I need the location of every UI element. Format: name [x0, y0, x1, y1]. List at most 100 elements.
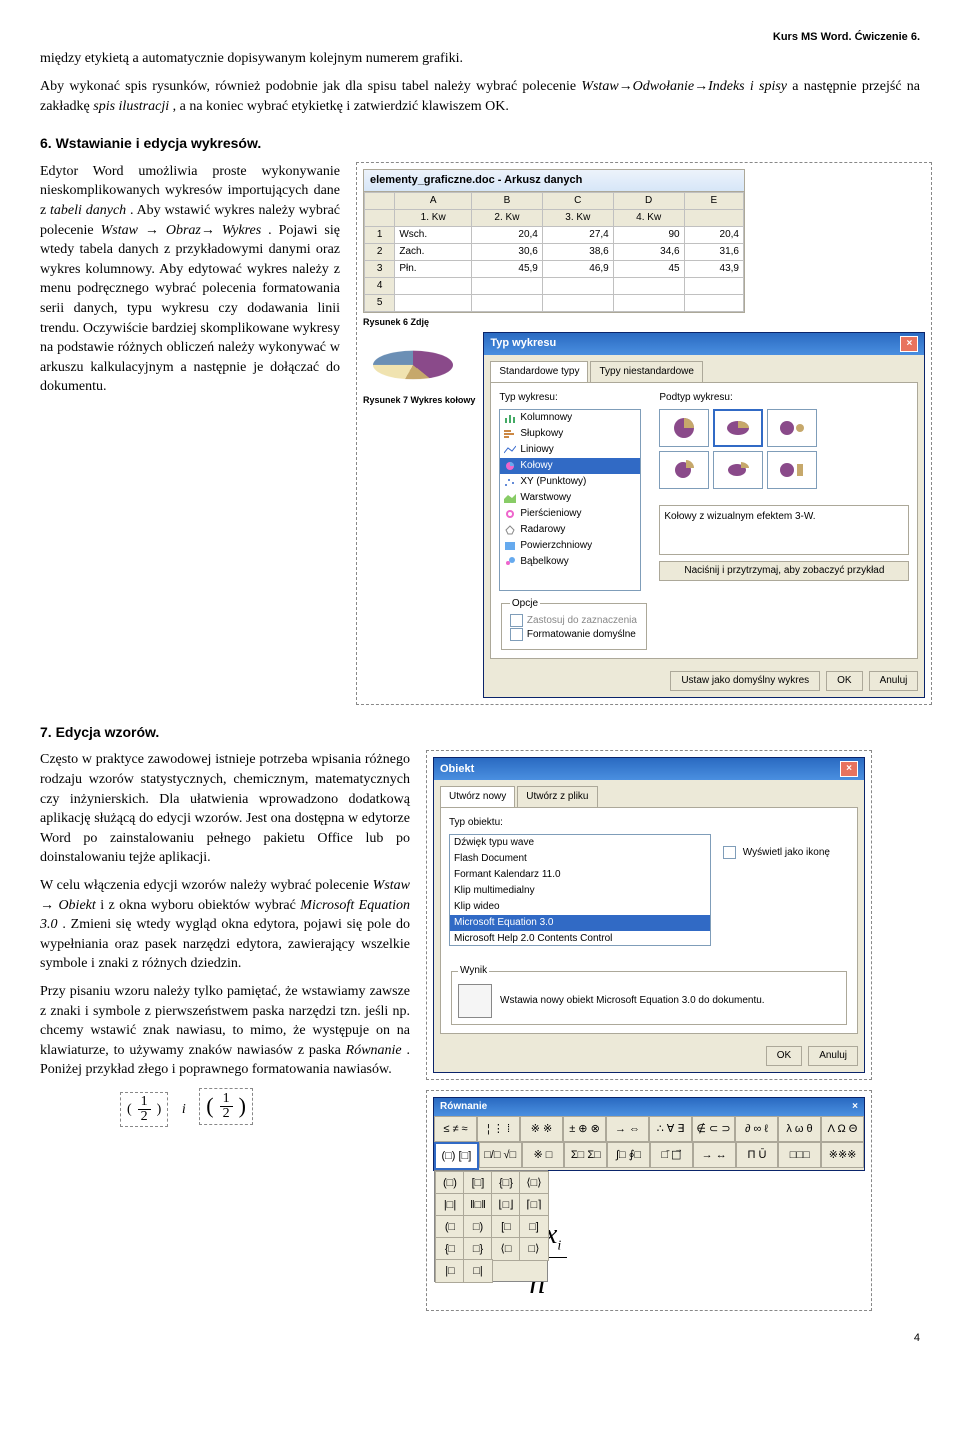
set-default-button[interactable]: Ustaw jako domyślny wykres: [670, 671, 820, 691]
cell[interactable]: 43,9: [684, 261, 743, 278]
ok-button[interactable]: OK: [826, 671, 862, 691]
list-item[interactable]: Radarowy: [500, 522, 640, 538]
tab-create-from-file[interactable]: Utwórz z pliku: [517, 786, 597, 807]
cell[interactable]: 45,9: [471, 261, 542, 278]
datasheet-grid[interactable]: A B C D E 1. Kw 2. Kw 3. Kw 4. Kw 1: [364, 192, 744, 312]
ceil-both[interactable]: ⌈□⌉: [519, 1193, 549, 1217]
bar-of-pie-thumb[interactable]: [767, 451, 817, 489]
chart-type-list[interactable]: Kolumnowy Słupkowy Liniowy Kołowy XY (Pu…: [499, 409, 641, 591]
cell[interactable]: [684, 278, 743, 295]
bar-templates[interactable]: □̄ □⃗: [650, 1142, 693, 1168]
greek-lower-symbols[interactable]: λ ω θ: [778, 1116, 821, 1142]
cell[interactable]: 34,6: [613, 244, 684, 261]
pie-flat-thumb[interactable]: [659, 409, 709, 447]
object-type-list[interactable]: Dźwięk typu wave Flash Document Formant …: [449, 834, 711, 946]
relation-symbols[interactable]: ≤ ≠ ≈: [434, 1116, 477, 1142]
fence-templates[interactable]: (□) [□]: [434, 1142, 479, 1170]
paren-right[interactable]: □): [463, 1215, 493, 1239]
brace-both[interactable]: {□}: [491, 1171, 521, 1195]
angle-both[interactable]: ⟨□⟩: [519, 1171, 549, 1195]
checkbox[interactable]: [510, 614, 523, 627]
misc-symbols[interactable]: ∂ ∞ ℓ: [735, 1116, 778, 1142]
integral-templates[interactable]: ∫□ ∮□: [607, 1142, 650, 1168]
list-item[interactable]: Klip multimedialny: [450, 883, 710, 899]
tab-create-new[interactable]: Utwórz nowy: [440, 786, 515, 807]
checkbox[interactable]: [510, 628, 523, 641]
list-item[interactable]: Klip wideo: [450, 899, 710, 915]
subscript-templates[interactable]: ※ □: [522, 1142, 565, 1168]
list-item[interactable]: Flash Document: [450, 851, 710, 867]
product-templates[interactable]: Π Ū: [736, 1142, 779, 1168]
cancel-button[interactable]: Anuluj: [869, 671, 919, 691]
list-item[interactable]: Powierzchniowy: [500, 538, 640, 554]
brace-right[interactable]: □}: [463, 1237, 493, 1261]
list-item[interactable]: Bąbelkowy: [500, 554, 640, 570]
cell[interactable]: [684, 295, 743, 312]
cell[interactable]: [613, 278, 684, 295]
list-item[interactable]: Dźwięk typu wave: [450, 835, 710, 851]
cell[interactable]: [542, 295, 613, 312]
pie-3d-exploded-thumb[interactable]: [713, 451, 763, 489]
cell[interactable]: 45: [613, 261, 684, 278]
misc-templates[interactable]: ※※※: [821, 1142, 864, 1168]
fraction-templates[interactable]: □/□ √□: [479, 1142, 522, 1168]
pie-exploded-thumb[interactable]: [659, 451, 709, 489]
list-item[interactable]: Kolumnowy: [500, 410, 640, 426]
paren-both[interactable]: (□): [435, 1171, 465, 1195]
operator-symbols[interactable]: ± ⊕ ⊗: [563, 1116, 606, 1142]
list-item[interactable]: Microsoft Help 2.0 Contents Control: [450, 931, 710, 946]
close-icon[interactable]: ×: [840, 761, 858, 777]
pie-3d-thumb[interactable]: [713, 409, 763, 447]
paren-left[interactable]: (□: [435, 1215, 465, 1239]
bar-right[interactable]: □|: [463, 1259, 493, 1283]
cancel-button[interactable]: Anuluj: [808, 1046, 858, 1066]
arrow-templates[interactable]: → ↔: [693, 1142, 736, 1168]
close-icon[interactable]: ×: [900, 336, 918, 352]
angle-left[interactable]: ⟨□: [491, 1237, 521, 1261]
tab-standard[interactable]: Standardowe typy: [490, 361, 588, 382]
list-item[interactable]: XY (Punktowy): [500, 474, 640, 490]
cell[interactable]: [471, 295, 542, 312]
cell[interactable]: 38,6: [542, 244, 613, 261]
sum-templates[interactable]: Σ□ Σ□: [564, 1142, 607, 1168]
preview-button[interactable]: Naciśnij i przytrzymaj, aby zobaczyć prz…: [659, 561, 909, 581]
cell[interactable]: [471, 278, 542, 295]
list-item[interactable]: Formant Kalendarz 11.0: [450, 867, 710, 883]
display-as-icon-checkbox[interactable]: [723, 846, 736, 859]
list-item[interactable]: Warstwowy: [500, 490, 640, 506]
cell[interactable]: 90: [613, 227, 684, 244]
cell[interactable]: 30,6: [471, 244, 542, 261]
angle-right[interactable]: □⟩: [519, 1237, 549, 1261]
brace-left[interactable]: {□: [435, 1237, 465, 1261]
list-item[interactable]: Pierścieniowy: [500, 506, 640, 522]
ok-button[interactable]: OK: [766, 1046, 802, 1066]
logic-symbols[interactable]: ∴ ∀ ∃: [649, 1116, 692, 1142]
bar-both[interactable]: |□|: [435, 1193, 465, 1217]
arrow-symbols[interactable]: → ⇔: [606, 1116, 649, 1142]
cell[interactable]: 27,4: [542, 227, 613, 244]
list-item[interactable]: Słupkowy: [500, 426, 640, 442]
tab-nonstandard[interactable]: Typy niestandardowe: [590, 361, 703, 382]
dbar-both[interactable]: ‖□‖: [463, 1193, 493, 1217]
cell[interactable]: 46,9: [542, 261, 613, 278]
embellishment-symbols[interactable]: ※ ※: [520, 1116, 563, 1142]
bracket-both[interactable]: [□]: [463, 1171, 493, 1195]
list-item[interactable]: Liniowy: [500, 442, 640, 458]
floor-both[interactable]: ⌊□⌋: [491, 1193, 521, 1217]
bracket-right[interactable]: □]: [519, 1215, 549, 1239]
cell[interactable]: 31,6: [684, 244, 743, 261]
greek-upper-symbols[interactable]: Λ Ω Θ: [821, 1116, 864, 1142]
bracket-left[interactable]: [□: [491, 1215, 521, 1239]
list-item-selected[interactable]: Microsoft Equation 3.0: [450, 915, 710, 931]
cell[interactable]: [542, 278, 613, 295]
bar-left[interactable]: |□: [435, 1259, 465, 1283]
matrix-templates[interactable]: □□□: [778, 1142, 821, 1168]
set-symbols[interactable]: ∉ ⊂ ⊃: [692, 1116, 735, 1142]
pie-of-pie-thumb[interactable]: [767, 409, 817, 447]
cell[interactable]: [613, 295, 684, 312]
close-icon[interactable]: ×: [852, 1100, 858, 1114]
cell[interactable]: 20,4: [684, 227, 743, 244]
spacing-symbols[interactable]: ¦ ⋮ ⁞: [477, 1116, 520, 1142]
cell[interactable]: 20,4: [471, 227, 542, 244]
list-item-selected[interactable]: Kołowy: [500, 458, 640, 474]
